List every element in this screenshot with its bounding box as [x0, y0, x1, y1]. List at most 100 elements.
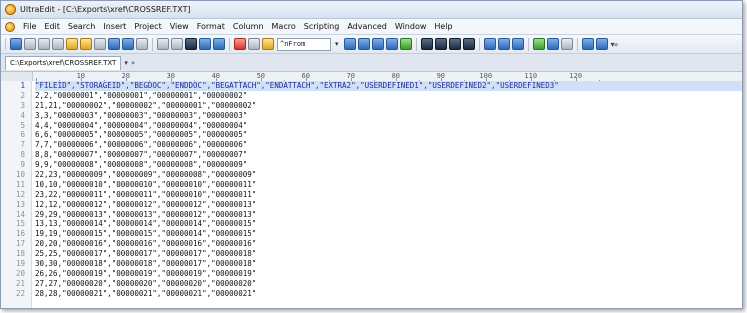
tab-overflow-icon[interactable]: » [131, 59, 135, 67]
info-icon[interactable] [581, 38, 594, 50]
quick-find-input[interactable]: ^nFrom [277, 37, 331, 51]
text-line[interactable]: 7,7,"00000006","00000006","00000006","00… [35, 140, 742, 150]
line-number: 4 [20, 110, 25, 120]
text-line[interactable]: 9,9,"00000008","00000008","00000008","00… [35, 160, 742, 170]
hex-mode-icon[interactable] [199, 38, 211, 50]
replace-icon[interactable] [371, 38, 384, 50]
toolbar-separator [229, 37, 230, 51]
justify-icon[interactable] [462, 38, 475, 50]
browser-view-icon[interactable] [213, 38, 225, 50]
close-file-icon[interactable] [94, 38, 106, 50]
line-number: 12 [15, 189, 25, 199]
find-next-icon[interactable] [357, 38, 370, 50]
document-menu-icon[interactable] [5, 21, 15, 32]
line-number: 19 [15, 259, 25, 269]
line-number-gutter: 1 2 3 4 5 6 7 8 9 10 11 12 13 14 15 16 17 18 19 20 21 22 [1, 81, 32, 308]
text-line[interactable]: 25,25,"00000017","00000017","00000017","… [35, 249, 742, 259]
selected-text-line[interactable]: "FILEID","STORAGEID","BEGDOC","ENDDOC","… [35, 81, 742, 91]
menu-search[interactable]: Search [64, 22, 99, 31]
align-center-icon[interactable] [434, 38, 447, 50]
toolbar-separator [415, 37, 417, 51]
text-line[interactable]: 28,28,"00000021","00000021","00000021","… [35, 289, 742, 299]
menu-format[interactable]: Format [193, 22, 229, 31]
menu-view[interactable]: View [166, 22, 193, 31]
ruler-label: 80 [391, 72, 401, 80]
ftp-icon[interactable] [546, 38, 559, 50]
text-line[interactable]: 27,27,"00000020","00000020","00000020","… [35, 279, 742, 289]
text-line[interactable]: 10,10,"00000010","00000010","00000010","… [35, 180, 742, 190]
ruler-label: 40 [211, 72, 221, 80]
menu-insert[interactable]: Insert [99, 22, 130, 31]
tab-list-dropdown-icon[interactable]: ▾ [124, 59, 128, 67]
new-document-icon[interactable] [52, 38, 64, 50]
word-wrap-icon[interactable] [171, 38, 183, 50]
window-title: UltraEdit - [C:\Exports\xref\CROSSREF.TX… [20, 5, 191, 14]
menu-file[interactable]: File [19, 22, 40, 31]
back-icon[interactable] [24, 38, 36, 50]
file-tab[interactable]: C:\Exports\xref\CROSSREF.TXT [5, 55, 122, 70]
text-line[interactable]: 6,6,"00000005","00000005","00000005","00… [35, 130, 742, 140]
open-folder-icon[interactable] [66, 38, 78, 50]
ruler-label: 10 [76, 72, 86, 80]
text-line[interactable]: 26,26,"00000019","00000019","00000019","… [35, 269, 742, 279]
split-window-icon[interactable] [483, 38, 496, 50]
menu-scripting[interactable]: Scripting [300, 22, 344, 31]
open-recent-icon[interactable] [80, 38, 92, 50]
menu-project[interactable]: Project [130, 22, 165, 31]
toolbar-overflow-icon[interactable]: ▾» [611, 40, 619, 49]
line-number: 15 [15, 219, 25, 229]
settings-icon[interactable] [595, 38, 608, 50]
menu-macro[interactable]: Macro [268, 22, 300, 31]
forward-icon[interactable] [38, 38, 50, 50]
text-line[interactable]: 23,22,"00000011","00000011","00000010","… [35, 190, 742, 200]
new-file-icon[interactable] [10, 38, 22, 50]
ruler-label: 60 [301, 72, 311, 80]
align-right-icon[interactable] [448, 38, 461, 50]
menu-help[interactable]: Help [430, 22, 456, 31]
paste-icon[interactable] [262, 38, 274, 50]
line-number: 22 [15, 288, 25, 298]
text-line[interactable]: 19,19,"00000015","00000015","00000014","… [35, 229, 742, 239]
text-line[interactable]: 12,12,"00000012","00000012","00000012","… [35, 200, 742, 210]
text-line[interactable]: 13,13,"00000014","00000014","00000014","… [35, 219, 742, 229]
menu-advanced[interactable]: Advanced [343, 22, 391, 31]
ruler-label: 110 [524, 72, 538, 80]
line-number: 16 [15, 229, 25, 239]
run-macro-icon[interactable] [532, 38, 545, 50]
text-line[interactable]: 29,29,"00000013","00000013","00000012","… [35, 210, 742, 220]
quick-find-dropdown-icon[interactable]: ▾ [335, 40, 339, 48]
menu-column[interactable]: Column [229, 22, 268, 31]
save-all-icon[interactable] [122, 38, 134, 50]
text-line[interactable]: 21,21,"00000002","00000002","00000001","… [35, 101, 742, 111]
editor-pane[interactable]: 1 2 3 4 5 6 7 8 9 10 11 12 13 14 15 16 17 18 19 20 21 22 "FIL… [1, 81, 742, 308]
text-line[interactable]: 2,2,"00000001","00000001","00000001","00… [35, 91, 742, 101]
text-line[interactable]: 8,8,"00000007","00000007","00000007","00… [35, 150, 742, 160]
cut-icon[interactable] [234, 38, 246, 50]
copy-icon[interactable] [248, 38, 260, 50]
column-mode-icon[interactable] [185, 38, 197, 50]
spell-check-icon[interactable] [560, 38, 573, 50]
text-line[interactable]: 30,30,"00000018","00000018","00000017","… [35, 259, 742, 269]
text-area[interactable]: "FILEID","STORAGEID","BEGDOC","ENDDOC","… [32, 81, 742, 308]
text-line[interactable]: 22,23,"00000009","00000009","00000008","… [35, 170, 742, 180]
tile-windows-icon[interactable] [497, 38, 510, 50]
ruler-label: 90 [436, 72, 446, 80]
line-number: 10 [15, 170, 25, 180]
print-preview-icon[interactable] [157, 38, 169, 50]
menu-edit[interactable]: Edit [40, 22, 64, 31]
line-number: 2 [20, 90, 25, 100]
menu-window[interactable]: Window [391, 22, 431, 31]
text-line[interactable]: 20,20,"00000016","00000016","00000016","… [35, 239, 742, 249]
print-icon[interactable] [136, 38, 148, 50]
text-line[interactable]: 3,3,"00000003","00000003","00000003","00… [35, 111, 742, 121]
text-line[interactable]: 4,4,"00000004","00000004","00000004","00… [35, 121, 742, 131]
cascade-windows-icon[interactable] [511, 38, 524, 50]
line-number: 21 [15, 278, 25, 288]
line-number: 6 [20, 130, 25, 140]
find-icon[interactable] [343, 38, 356, 50]
save-icon[interactable] [108, 38, 120, 50]
ruler-label: 20 [121, 72, 131, 80]
align-left-icon[interactable] [420, 38, 433, 50]
find-in-files-icon[interactable] [385, 38, 398, 50]
goto-line-icon[interactable] [399, 38, 412, 50]
